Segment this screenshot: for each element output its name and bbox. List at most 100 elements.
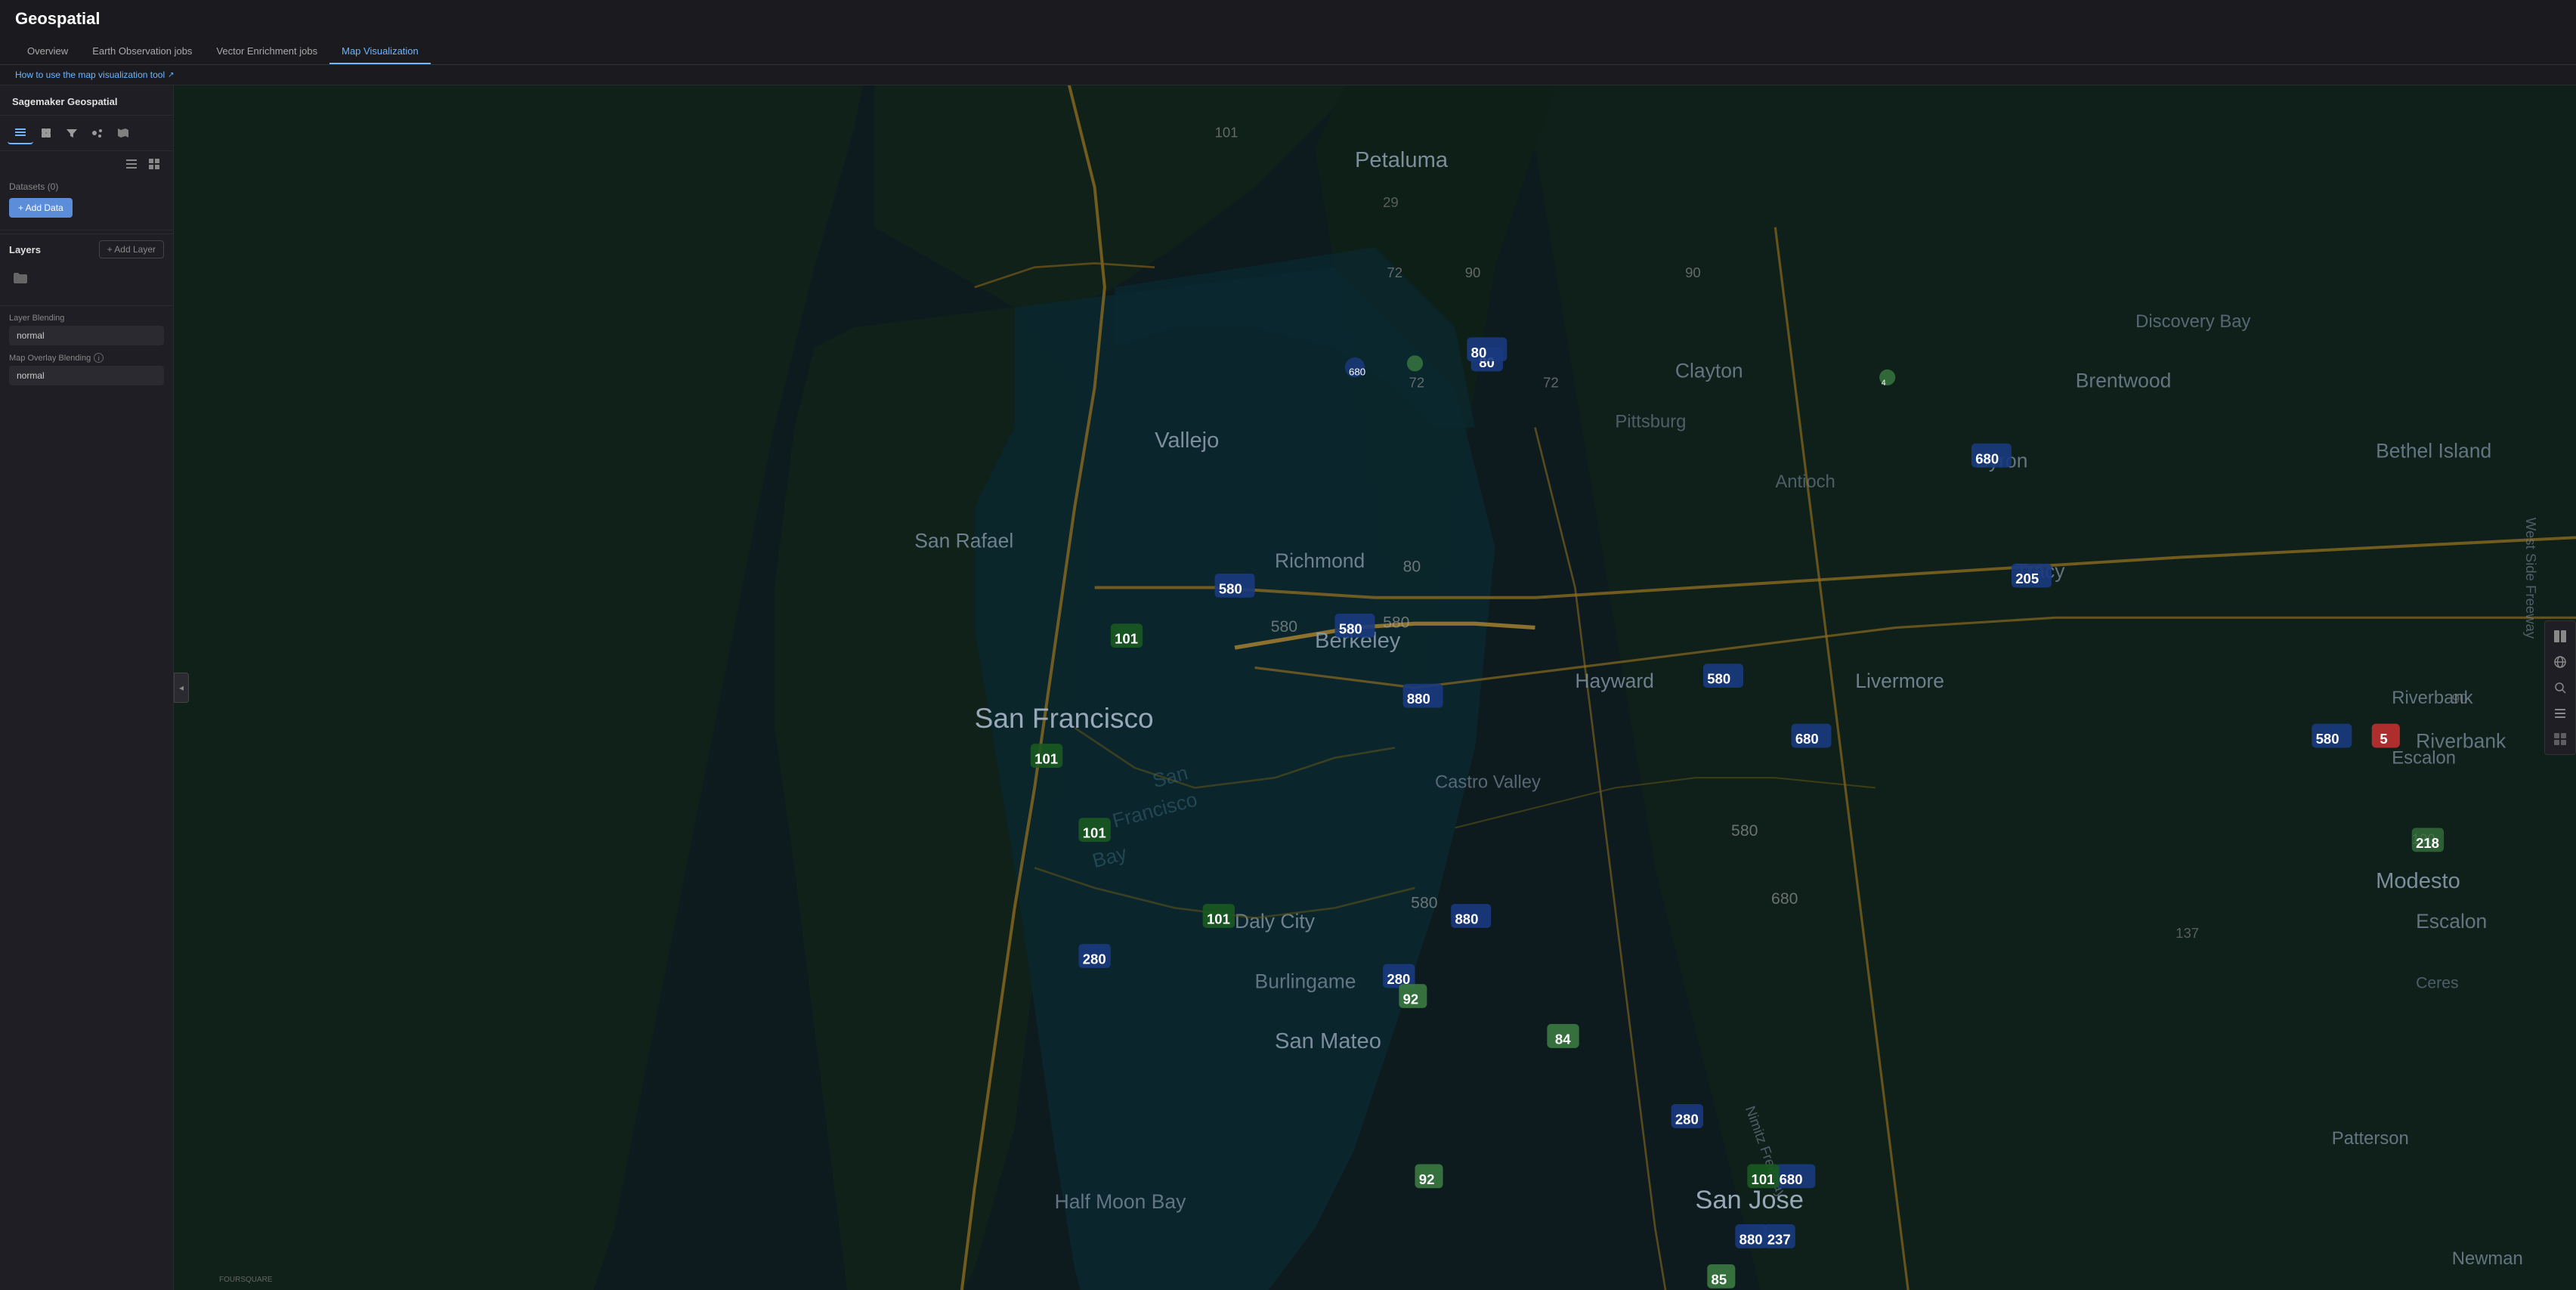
header: Geospatial Overview Earth Observation jo… (0, 0, 2576, 65)
svg-text:Petaluma: Petaluma (1355, 148, 1449, 172)
svg-text:Daly City: Daly City (1235, 910, 1316, 933)
app-title: Geospatial (15, 9, 2561, 29)
tab-overview[interactable]: Overview (15, 39, 80, 64)
right-toolbar (2544, 620, 2576, 755)
grid-view-btn[interactable] (144, 156, 164, 172)
svg-text:280: 280 (1675, 1112, 1699, 1128)
tab-bar: Overview Earth Observation jobs Vector E… (15, 39, 2561, 64)
external-link-icon: ↗ (168, 71, 174, 79)
svg-text:580: 580 (1383, 614, 1409, 632)
svg-text:101: 101 (1083, 825, 1106, 841)
svg-text:92: 92 (1403, 991, 1419, 1007)
map-canvas: Vallejo San Rafael Richmond Berkeley San… (174, 85, 2576, 1290)
svg-text:West Side Freeway: West Side Freeway (2523, 518, 2539, 639)
svg-text:580: 580 (2316, 731, 2339, 747)
svg-text:Escalon: Escalon (2416, 910, 2487, 933)
sidebar: Sagemaker Geospatial (0, 85, 174, 1290)
svg-text:Richmond: Richmond (1275, 549, 1365, 572)
effects-icon-btn[interactable] (85, 122, 110, 144)
datasets-section: Datasets (0) + Add Data (0, 177, 173, 227)
filter-icon-btn[interactable] (59, 122, 85, 144)
sidebar-title: Sagemaker Geospatial (0, 85, 173, 116)
svg-text:137: 137 (2176, 925, 2199, 941)
svg-text:85: 85 (1712, 1271, 1727, 1287)
svg-text:90: 90 (1465, 264, 1481, 280)
svg-text:Half Moon Bay: Half Moon Bay (1055, 1190, 1186, 1213)
search-map-btn[interactable] (2548, 676, 2572, 700)
globe-btn[interactable] (2548, 650, 2572, 674)
svg-text:84: 84 (1555, 1032, 1571, 1047)
svg-text:92: 92 (1419, 1171, 1435, 1187)
svg-text:880: 880 (1455, 911, 1478, 927)
svg-text:Riverbank: Riverbank (2392, 688, 2472, 708)
split-view-btn[interactable] (2548, 624, 2572, 648)
tab-earth-observation[interactable]: Earth Observation jobs (80, 39, 204, 64)
svg-text:680: 680 (1975, 450, 1999, 466)
add-layer-button[interactable]: + Add Layer (99, 240, 164, 258)
svg-text:Discovery Bay: Discovery Bay (2135, 311, 2250, 332)
svg-text:Vallejo: Vallejo (1155, 428, 1219, 453)
svg-text:580: 580 (1707, 671, 1730, 687)
map-attribution: FOURSQUARE (219, 1276, 273, 1284)
map-overlay-blending-label: Map Overlay Blending (9, 354, 91, 363)
info-bar-link[interactable]: How to use the map visualization tool (15, 70, 165, 80)
map-overlay-blending-select[interactable]: normalmultiplyscreenoverlaydarkenlighten (9, 366, 164, 385)
svg-text:Bethel Island: Bethel Island (2376, 439, 2491, 462)
svg-text:Patterson: Patterson (2332, 1128, 2409, 1149)
collapse-icon: ◂ (179, 682, 184, 693)
svg-text:218: 218 (2416, 835, 2439, 851)
info-icon: i (94, 353, 104, 363)
svg-text:5: 5 (2380, 731, 2387, 747)
svg-text:72: 72 (1387, 264, 1402, 280)
svg-text:580: 580 (1219, 580, 1242, 596)
svg-text:Ceres: Ceres (2416, 974, 2459, 991)
map-icon-btn[interactable] (110, 122, 136, 144)
tab-vector-enrichment[interactable]: Vector Enrichment jobs (204, 39, 329, 64)
svg-text:205: 205 (2015, 571, 2039, 586)
tab-map-visualization[interactable]: Map Visualization (329, 39, 431, 64)
layer-icon-row (9, 266, 164, 290)
datasets-header: Datasets (0) (9, 181, 164, 192)
sidebar-icon-row (0, 116, 173, 151)
divider-2 (0, 305, 173, 306)
layers-section: Layers + Add Layer (0, 234, 173, 302)
svg-text:680: 680 (1780, 1171, 1803, 1187)
svg-text:Clayton: Clayton (1675, 359, 1743, 382)
layers-label: Layers (9, 244, 41, 255)
info-bar: How to use the map visualization tool ↗ (0, 65, 2576, 85)
svg-text:101: 101 (1034, 751, 1058, 767)
svg-text:San Francisco: San Francisco (975, 702, 1154, 734)
map-area[interactable]: Vallejo San Rafael Richmond Berkeley San… (174, 85, 2576, 1290)
map-overlay-blending-label-row: Map Overlay Blending i (9, 353, 164, 363)
svg-text:Burlingame: Burlingame (1255, 970, 1356, 992)
svg-text:101: 101 (1207, 911, 1230, 927)
layers-header: Layers + Add Layer (9, 240, 164, 258)
list-view-btn[interactable] (122, 156, 141, 172)
svg-text:680: 680 (1349, 367, 1365, 378)
layer-blending-section: Layer Blending normalmultiplyscreenoverl… (0, 309, 173, 398)
svg-text:101: 101 (1115, 631, 1138, 647)
sidebar-collapse-btn[interactable]: ◂ (174, 673, 189, 703)
svg-text:Pittsburg: Pittsburg (1615, 412, 1686, 432)
view-toggle (0, 151, 173, 177)
svg-text:Brentwood: Brentwood (2076, 370, 2172, 392)
svg-text:101: 101 (1215, 124, 1239, 140)
svg-text:Modesto: Modesto (2376, 869, 2460, 893)
table-btn[interactable] (2548, 727, 2572, 751)
svg-text:Castro Valley: Castro Valley (1435, 772, 1541, 792)
add-data-button[interactable]: + Add Data (9, 198, 73, 218)
list-btn[interactable] (2548, 701, 2572, 725)
svg-text:80: 80 (1403, 558, 1421, 575)
svg-text:72: 72 (1409, 375, 1425, 391)
svg-text:580: 580 (1271, 618, 1297, 636)
layer-folder-icon (9, 269, 30, 287)
svg-text:San Mateo: San Mateo (1275, 1029, 1381, 1053)
svg-text:880: 880 (1739, 1231, 1763, 1247)
svg-text:80: 80 (1471, 345, 1487, 360)
layers-icon-btn[interactable] (8, 122, 33, 144)
svg-text:29: 29 (1383, 194, 1399, 210)
layer-blending-select[interactable]: normalmultiplyscreenoverlaydarkenlighten (9, 326, 164, 345)
shapes-icon-btn[interactable] (33, 122, 59, 144)
svg-text:580: 580 (1411, 894, 1437, 911)
svg-text:San Rafael: San Rafael (914, 530, 1013, 552)
